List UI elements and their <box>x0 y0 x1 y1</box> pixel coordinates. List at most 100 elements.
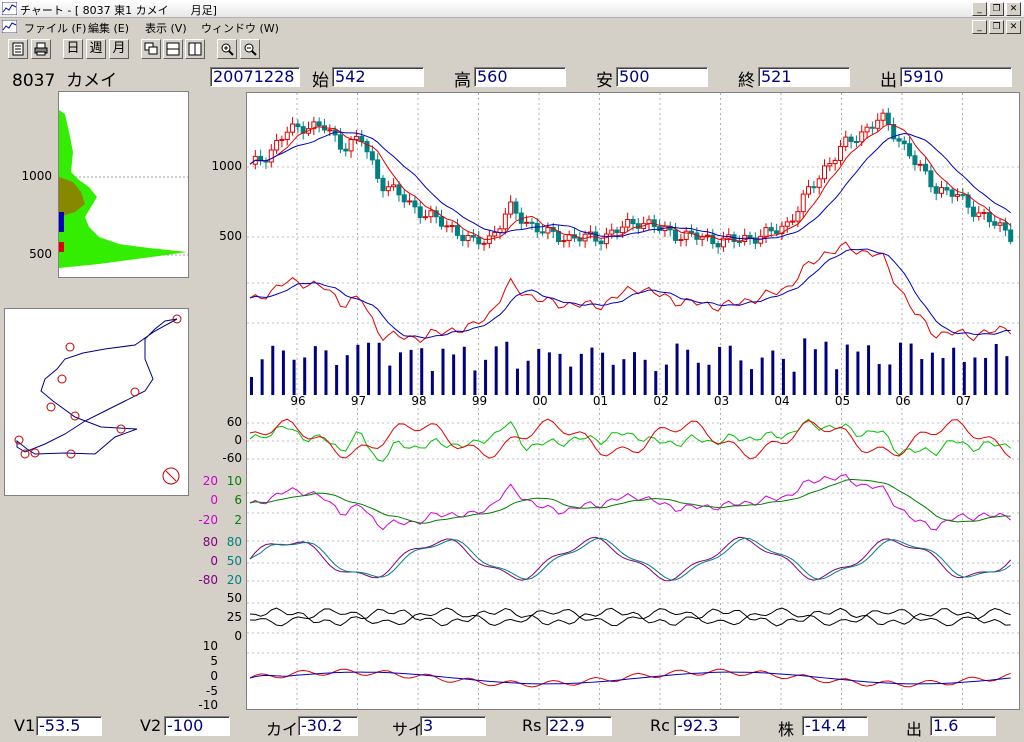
candle-body <box>268 149 274 163</box>
candle-body <box>524 221 530 224</box>
candle-body <box>635 223 641 229</box>
volume-bar <box>760 357 764 395</box>
candle-body <box>614 229 620 234</box>
volume-bar <box>952 347 956 395</box>
volume-bar <box>324 350 328 395</box>
document-chart-icon[interactable] <box>2 20 17 33</box>
print-button[interactable] <box>31 39 51 59</box>
minimize-button[interactable]: _ <box>972 2 987 16</box>
candle-body <box>1008 229 1014 242</box>
restore-button[interactable]: ❐ <box>989 2 1004 16</box>
zoom-in-button[interactable] <box>217 39 237 59</box>
volume-bar <box>803 338 807 395</box>
candle-body <box>391 184 397 188</box>
volume-bar <box>984 357 988 395</box>
tile-horizontal-icon <box>166 42 180 56</box>
stock-name: 8037 カメイ <box>12 71 118 91</box>
candle-body <box>566 234 572 242</box>
v1-value: -53.5 <box>36 716 102 736</box>
volume-bar <box>750 369 754 395</box>
year-label: 00 <box>532 394 547 408</box>
deviation-line-red <box>249 241 1012 344</box>
cascade-button[interactable] <box>141 39 161 59</box>
volume-label: 出 <box>880 71 897 91</box>
price-axis-label-1000: 1000 <box>211 159 242 173</box>
volume-bar <box>367 342 371 395</box>
zoom-in-icon <box>221 43 234 56</box>
candle-body <box>944 187 950 191</box>
doc-minimize-button[interactable]: _ <box>972 20 987 34</box>
psychological-cycle-chart[interactable] <box>4 308 189 496</box>
volume-bar <box>622 359 626 395</box>
volume-bar <box>281 350 285 395</box>
candle-body <box>508 201 514 215</box>
ind2-right-label-2: 2 <box>234 513 242 527</box>
candle-body <box>763 227 769 237</box>
candle-body <box>917 163 923 166</box>
candle-body <box>540 231 546 234</box>
rc-label: Rc <box>650 716 670 735</box>
volume-bar <box>654 371 658 395</box>
doc-restore-button[interactable]: ❐ <box>989 20 1004 34</box>
candle-body <box>806 186 812 195</box>
volume-bar <box>271 345 275 395</box>
candle-body <box>747 234 753 239</box>
volume-bar <box>643 359 647 395</box>
candle-body <box>529 221 535 224</box>
indicator3-teal <box>249 537 1011 581</box>
candle-body <box>343 148 349 152</box>
zoom-out-button[interactable] <box>240 39 260 59</box>
main-chart-panel[interactable]: 96 97 98 99 00 01 02 03 04 05 06 07 <box>246 92 1020 710</box>
candle-body <box>992 221 998 226</box>
candle-body <box>939 187 945 194</box>
chart-app-icon <box>2 2 17 15</box>
ind1-label-0: 0 <box>234 433 242 447</box>
ind1-label-60: 60 <box>226 415 242 429</box>
cascade-windows-icon <box>144 42 158 55</box>
candle-body <box>625 219 631 228</box>
volume-bar <box>941 358 945 395</box>
volume-bar <box>250 377 253 395</box>
monthly-button[interactable]: 月 <box>109 39 129 59</box>
candle-body <box>444 225 450 228</box>
close-button[interactable]: ✕ <box>1006 2 1021 16</box>
candle-body <box>800 193 806 213</box>
list-button[interactable] <box>8 39 28 59</box>
volume-bar <box>515 368 519 395</box>
candle-body <box>986 211 992 223</box>
candle-body <box>736 240 742 243</box>
menu-view[interactable]: 表示 (V) <box>145 20 187 36</box>
tile-vertical-button[interactable] <box>185 39 205 59</box>
volume-value: 5910 <box>900 67 1012 87</box>
weekly-button[interactable]: 週 <box>86 39 106 59</box>
rs-label: Rs <box>522 716 542 735</box>
volume-bar <box>973 357 977 395</box>
price-volume-distribution[interactable] <box>58 91 189 278</box>
volume-bar <box>420 348 424 395</box>
candle-body <box>774 230 780 234</box>
candle-body <box>630 219 636 225</box>
candle-body <box>545 227 551 234</box>
candle-body <box>279 139 285 142</box>
menu-edit[interactable]: 編集 (E) <box>88 20 129 36</box>
open-value: 542 <box>332 67 424 87</box>
daily-button[interactable]: 日 <box>63 39 83 59</box>
volume-bar <box>611 364 615 395</box>
year-label: 98 <box>411 394 426 408</box>
candle-body <box>907 143 913 157</box>
ind5-label-minus5: -5 <box>206 684 218 698</box>
volume-bar <box>303 357 307 395</box>
menu-window[interactable]: ウィンドウ (W) <box>201 20 279 36</box>
volume-bar <box>813 349 817 395</box>
candle-body <box>784 221 790 227</box>
volume-bar <box>452 354 456 395</box>
candle-body <box>901 140 907 145</box>
candle-body <box>407 200 413 203</box>
volume-bar <box>920 359 924 395</box>
menu-file[interactable]: ファイル (F) <box>24 20 86 36</box>
v1-label: V1 <box>14 716 36 735</box>
ind5-label-5: 5 <box>210 654 218 668</box>
candle-body <box>912 155 918 166</box>
doc-close-button[interactable]: ✕ <box>1006 20 1021 34</box>
tile-horizontal-button[interactable] <box>163 39 183 59</box>
